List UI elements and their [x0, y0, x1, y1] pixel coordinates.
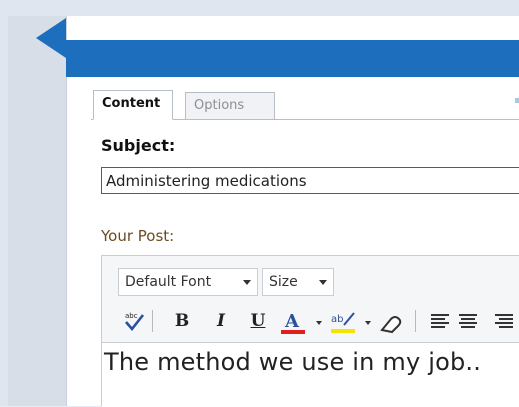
chevron-down-icon[interactable]	[316, 321, 322, 325]
svg-text:ab: ab	[331, 314, 343, 325]
editor-toolbar-format: abc B I U A ab	[112, 306, 519, 338]
italic-icon[interactable]: I	[209, 308, 233, 334]
align-left-icon[interactable]	[428, 308, 452, 334]
tab-options[interactable]: Options	[185, 92, 275, 120]
svg-text:A: A	[284, 311, 300, 332]
header-bar-edge	[515, 98, 519, 103]
chevron-down-icon	[319, 280, 327, 285]
bold-icon[interactable]: B	[170, 308, 194, 334]
tab-content[interactable]: Content	[93, 90, 173, 120]
spellcheck-icon[interactable]: abc	[122, 308, 146, 334]
align-right-icon[interactable]	[488, 308, 519, 334]
font-family-select[interactable]: Default Font	[118, 268, 258, 296]
chevron-down-icon	[243, 280, 251, 285]
svg-text:abc: abc	[125, 312, 138, 320]
toolbar-divider	[415, 310, 416, 332]
font-family-value: Default Font	[125, 274, 212, 290]
chevron-down-icon[interactable]	[365, 321, 371, 325]
align-center-icon[interactable]	[456, 308, 480, 334]
highlight-icon[interactable]: ab	[328, 308, 358, 334]
font-size-select[interactable]: Size	[262, 268, 334, 296]
post-body-text: The method we use in my job..	[104, 348, 482, 376]
subject-label: Subject:	[101, 136, 176, 155]
underline-icon[interactable]: U	[246, 308, 270, 334]
eraser-icon[interactable]	[376, 308, 406, 334]
font-color-icon[interactable]: A	[278, 308, 308, 334]
header-bar	[66, 40, 519, 103]
font-size-value: Size	[269, 274, 298, 290]
toolbar-divider	[152, 310, 153, 332]
subject-input[interactable]	[101, 167, 519, 194]
your-post-label: Your Post:	[101, 227, 175, 245]
back-arrow-icon[interactable]	[36, 18, 66, 58]
